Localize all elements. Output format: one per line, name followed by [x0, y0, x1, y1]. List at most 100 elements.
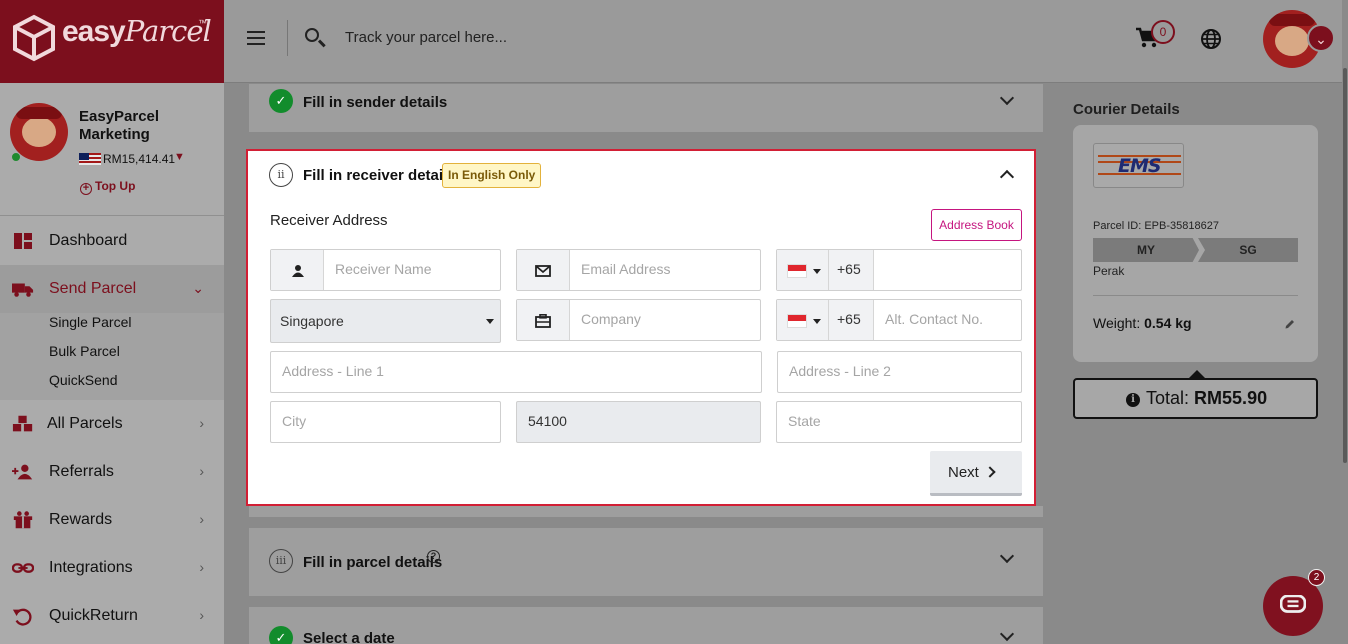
phone-country-select[interactable] — [777, 250, 829, 290]
cart-count-badge: 0 — [1151, 20, 1175, 44]
chevron-down-icon: ⌄ — [192, 280, 204, 296]
date-step-title: Select a date — [303, 630, 395, 644]
receiver-address-label: Receiver Address — [270, 212, 388, 229]
chevron-right-icon — [984, 466, 996, 478]
menu-icon[interactable] — [247, 31, 265, 45]
address-book-button[interactable]: Address Book — [931, 209, 1022, 241]
phone-field[interactable]: +65 — [776, 249, 1022, 291]
sender-step-title: Fill in sender details — [303, 94, 448, 111]
english-only-badge: In English Only — [442, 163, 542, 188]
sidebar-item-rewards[interactable]: Rewards › — [0, 496, 224, 544]
route-indicator: MY SG — [1093, 238, 1298, 262]
chat-icon — [1280, 595, 1306, 613]
gift-icon — [13, 511, 33, 529]
chevron-right-icon: › — [199, 511, 204, 527]
state-field[interactable]: State — [776, 401, 1022, 443]
total-price: Total: RM55.90 — [1146, 388, 1268, 408]
sidebar-item-dashboard[interactable]: Dashboard — [0, 217, 224, 265]
sidebar-item-label: All Parcels — [47, 415, 123, 432]
chat-unread-badge: 2 — [1308, 569, 1325, 586]
sidebar-item-all-parcels[interactable]: All Parcels › — [0, 400, 224, 448]
email-field[interactable]: Email Address — [516, 249, 761, 291]
city-placeholder: City — [282, 413, 307, 429]
online-status-dot — [11, 152, 21, 162]
brand-header[interactable]: easyParcel ™ — [0, 0, 224, 83]
route-origin-country: MY — [1093, 238, 1199, 262]
return-icon — [12, 608, 32, 626]
alt-phone-country-select[interactable] — [777, 300, 829, 340]
postcode-field[interactable]: 54100 — [516, 401, 761, 443]
sidebar-item-label: Rewards — [49, 511, 113, 528]
parcel-step-title: Fill in parcel details — [303, 554, 443, 571]
sidebar-item-referrals[interactable]: Referrals › — [0, 448, 224, 496]
alt-phone-field[interactable]: +65 Alt. Contact No. — [776, 299, 1022, 341]
courier-divider — [1093, 295, 1298, 296]
company-field[interactable]: Company — [516, 299, 761, 341]
step-number-icon: ii — [269, 163, 293, 187]
chevron-right-icon: › — [199, 607, 204, 623]
envelope-icon — [517, 250, 570, 290]
edit-icon[interactable] — [1284, 318, 1296, 330]
balance-chevron-icon[interactable]: ▼ — [174, 151, 185, 163]
person-icon — [271, 250, 324, 290]
sidebar-subitem-single-parcel[interactable]: Single Parcel — [49, 314, 132, 330]
step-number-icon: iii — [269, 549, 293, 573]
logo-text: easyParcel — [62, 14, 212, 48]
check-icon: ✓ — [269, 89, 293, 113]
user-menu-chevron-icon[interactable]: ⌄ — [1307, 24, 1335, 52]
truck-icon — [12, 283, 34, 297]
boxes-icon — [12, 415, 33, 432]
sidebar-item-integrations[interactable]: Integrations › — [0, 544, 224, 592]
search-input[interactable]: Track your parcel here... — [345, 29, 507, 46]
phone-code: +65 — [837, 261, 861, 277]
city-field[interactable]: City — [270, 401, 501, 443]
next-button[interactable]: Next — [930, 451, 1022, 496]
info-icon[interactable]: i — [1126, 393, 1140, 407]
courier-logo: EMS — [1093, 143, 1184, 188]
courier-logo-text: EMS — [1118, 155, 1162, 177]
step-gap — [249, 506, 1043, 517]
sidebar-item-send-parcel[interactable]: Send Parcel ⌄ — [0, 265, 224, 313]
malaysia-flag-icon — [79, 153, 101, 165]
country-select[interactable]: Singapore — [270, 299, 501, 343]
address-line-2-placeholder: Address - Line 2 — [789, 363, 891, 379]
profile-name: EasyParcel Marketing — [79, 108, 160, 143]
caret-down-icon — [813, 269, 821, 274]
origin-state: Perak — [1093, 264, 1125, 278]
header-divider — [287, 20, 288, 56]
top-up-link[interactable]: + Top Up — [80, 179, 135, 195]
next-button-label: Next — [948, 464, 979, 481]
chevron-right-icon: › — [199, 415, 204, 431]
help-icon[interactable]: ? — [427, 550, 440, 563]
alt-phone-code: +65 — [837, 311, 861, 327]
receiver-name-placeholder: Receiver Name — [335, 261, 432, 277]
briefcase-icon — [517, 300, 570, 340]
sidebar-subitem-quicksend[interactable]: QuickSend — [49, 372, 117, 388]
chevron-right-icon: › — [199, 559, 204, 575]
search-icon[interactable] — [305, 28, 319, 42]
receiver-name-field[interactable]: Receiver Name — [270, 249, 501, 291]
address-line-1-field[interactable]: Address - Line 1 — [270, 351, 762, 393]
parcel-id: Parcel ID: EPB-35818627 — [1093, 220, 1219, 232]
sidebar-item-label: Referrals — [49, 463, 114, 480]
globe-icon[interactable] — [1200, 28, 1222, 50]
check-icon: ✓ — [269, 626, 293, 644]
sidebar-subitem-bulk-parcel[interactable]: Bulk Parcel — [49, 343, 120, 359]
company-placeholder: Company — [581, 311, 641, 327]
sidebar-item-quickreturn[interactable]: QuickReturn › — [0, 592, 224, 640]
parcel-weight: Weight: 0.54 kg — [1093, 315, 1192, 331]
singapore-flag-icon — [787, 314, 807, 328]
singapore-flag-icon — [787, 264, 807, 278]
state-placeholder: State — [788, 413, 821, 429]
alt-contact-placeholder: Alt. Contact No. — [885, 311, 984, 327]
logo-trademark: ™ — [198, 18, 207, 28]
wallet-balance: RM15,414.41 — [103, 152, 176, 166]
sidebar-item-label: QuickReturn — [49, 607, 138, 624]
country-value: Singapore — [280, 313, 344, 329]
postcode-value: 54100 — [528, 413, 567, 429]
logo-cube-icon — [13, 14, 55, 62]
address-line-2-field[interactable]: Address - Line 2 — [777, 351, 1022, 393]
sidebar-item-label: Integrations — [49, 559, 133, 576]
address-line-1-placeholder: Address - Line 1 — [282, 363, 384, 379]
scrollbar-thumb[interactable] — [1343, 68, 1347, 463]
